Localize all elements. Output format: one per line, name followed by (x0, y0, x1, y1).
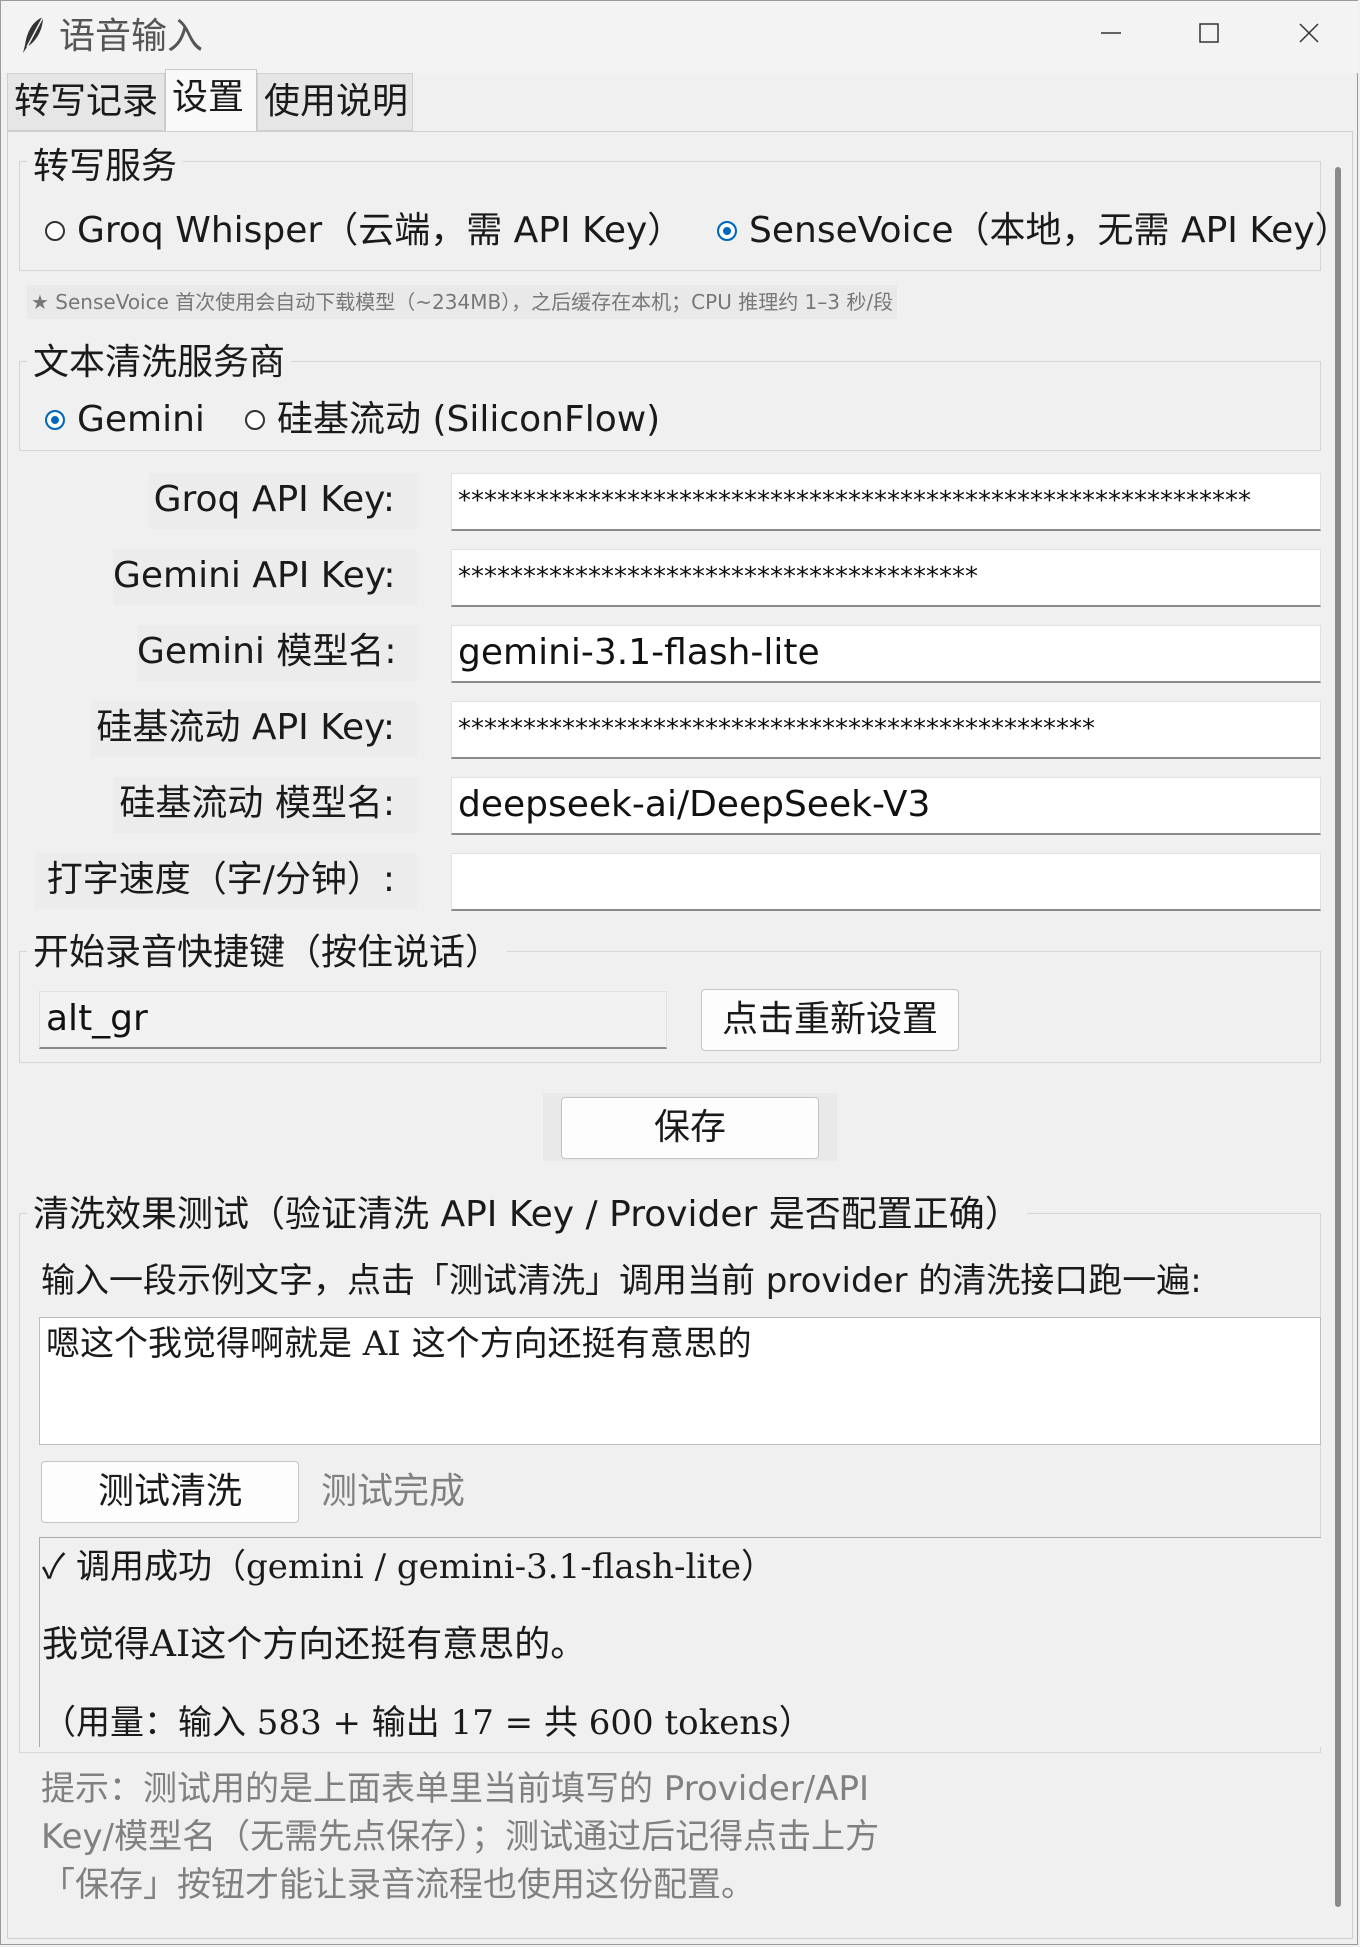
window-title: 语音输入 (59, 16, 204, 57)
transcribe-service-title: 转写服务 (27, 145, 184, 189)
gemini-model-label: Gemini 模型名: (137, 625, 417, 681)
typing-speed-label: 打字速度（字/分钟）: (35, 853, 417, 909)
hotkey-display: alt_gr (39, 991, 667, 1049)
save-button[interactable]: 保存 (561, 1097, 819, 1159)
radio-sensevoice[interactable] (717, 221, 737, 241)
siliconflow-model-label: 硅基流动 模型名: (113, 777, 417, 833)
tab-transcripts[interactable]: 转写记录 (7, 73, 165, 131)
cleaning-provider-title: 文本清洗服务商 (27, 341, 292, 385)
sample-text-input[interactable]: 嗯这个我觉得啊就是 AI 这个方向还挺有意思的 (39, 1317, 1321, 1445)
maximize-button[interactable] (1159, 1, 1259, 65)
title-bar[interactable]: 语音输入 (1, 1, 1359, 73)
gemini-api-key-input[interactable]: **************************************** (451, 549, 1321, 607)
typing-speed-input[interactable] (451, 853, 1321, 911)
siliconflow-api-key-label: 硅基流动 API Key: (91, 701, 417, 757)
test-hint-line-2: Key/模型名（无需先点保存）；测试通过后记得点击上方 (41, 1817, 880, 1857)
test-hint: 提示：测试用的是上面表单里当前填写的 Provider/API Key/模型名（… (41, 1765, 879, 1909)
result-line-output: 我觉得AI这个方向还挺有意思的。 (42, 1624, 587, 1665)
groq-api-key-label: Groq API Key: (149, 473, 417, 529)
sensevoice-note: ★ SenseVoice 首次使用会自动下载模型（~234MB），之后缓存在本机… (27, 285, 898, 319)
minimize-button[interactable] (1061, 1, 1161, 65)
gemini-model-input[interactable]: gemini-3.1-flash-lite (451, 625, 1321, 683)
radio-groq-whisper[interactable] (45, 221, 65, 241)
close-icon (1299, 23, 1319, 43)
cleaning-test-instruction: 输入一段示例文字，点击「测试清洗」调用当前 provider 的清洗接口跑一遍: (41, 1261, 1202, 1301)
radio-gemini[interactable] (45, 410, 65, 430)
radio-sensevoice-label[interactable]: SenseVoice（本地，无需 API Key） (749, 209, 1351, 253)
close-button[interactable] (1259, 1, 1359, 65)
reset-hotkey-button[interactable]: 点击重新设置 (701, 989, 959, 1051)
result-line-status: ✓ 调用成功（gemini / gemini-3.1-flash-lite） (42, 1547, 776, 1587)
radio-gemini-label[interactable]: Gemini (77, 398, 205, 442)
groq-api-key-input[interactable]: ****************************************… (451, 473, 1321, 531)
siliconflow-api-key-input[interactable]: ****************************************… (451, 701, 1321, 759)
hotkey-title: 开始录音快捷键（按住说话） (27, 931, 508, 975)
siliconflow-model-input[interactable]: deepseek-ai/DeepSeek-V3 (451, 777, 1321, 835)
cleaning-test-title: 清洗效果测试（验证清洗 API Key / Provider 是否配置正确） (27, 1193, 1027, 1237)
app-window: 语音输入 转写记录 设置 使用说明 转写服务 Groq Whisper（云端，需… (0, 0, 1359, 1945)
radio-siliconflow-label[interactable]: 硅基流动 (SiliconFlow) (277, 398, 660, 442)
test-cleaning-button[interactable]: 测试清洗 (41, 1461, 299, 1523)
tab-instructions[interactable]: 使用说明 (257, 73, 413, 131)
gemini-api-key-label: Gemini API Key: (113, 549, 417, 605)
test-status-text: 测试完成 (321, 1471, 466, 1512)
result-line-usage: （用量：输入 583 + 输出 17 = 共 600 tokens） (42, 1703, 813, 1743)
feather-icon (23, 16, 44, 53)
test-result-area: ✓ 调用成功（gemini / gemini-3.1-flash-lite） 我… (39, 1537, 1321, 1747)
radio-groq-whisper-label[interactable]: Groq Whisper（云端，需 API Key） (77, 209, 683, 253)
radio-siliconflow[interactable] (245, 410, 265, 430)
vertical-scrollbar[interactable] (1335, 167, 1341, 1907)
minimize-icon (1101, 32, 1121, 34)
tab-settings[interactable]: 设置 (165, 69, 257, 131)
maximize-icon (1199, 23, 1219, 43)
test-hint-line-3: 「保存」按钮才能让录音流程也使用这份配置。 (41, 1865, 755, 1905)
test-hint-line-1: 提示：测试用的是上面表单里当前填写的 Provider/API (41, 1769, 870, 1809)
